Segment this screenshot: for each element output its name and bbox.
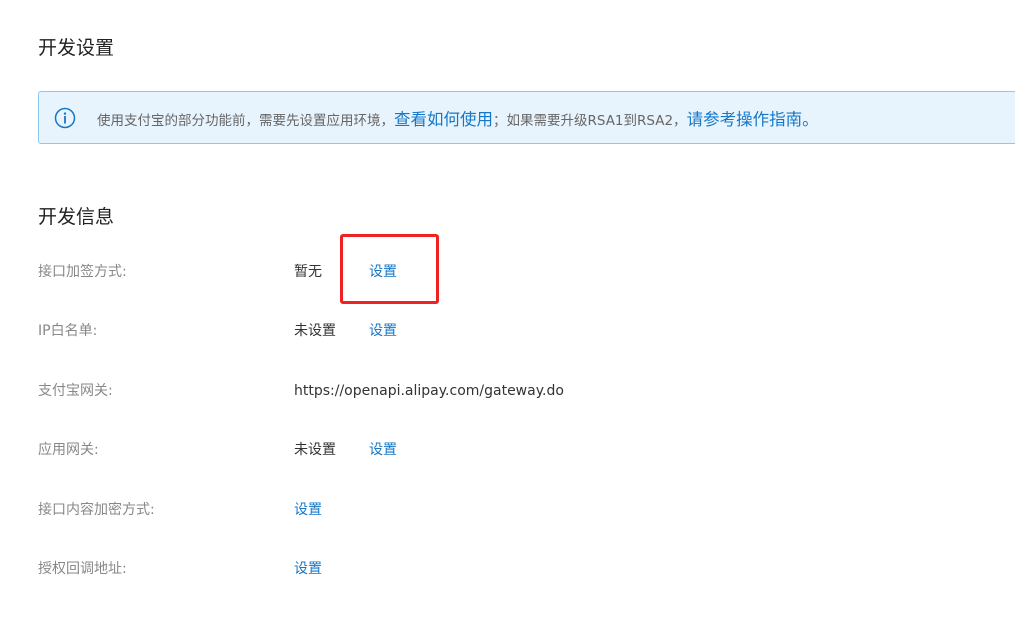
row-auth-callback: 授权回调地址: 设置 xyxy=(0,558,1015,580)
ip-whitelist-setup-link[interactable]: 设置 xyxy=(369,320,397,342)
info-notice: 使用支付宝的部分功能前，需要先设置应用环境， 查看如何使用 ；如果需要升级RSA… xyxy=(38,91,1015,144)
auth-callback-setup-link[interactable]: 设置 xyxy=(294,558,322,580)
signing-method-setup-link[interactable]: 设置 xyxy=(369,261,397,283)
notice-text-end: 。 xyxy=(802,109,819,129)
row-label: 授权回调地址: xyxy=(38,561,127,577)
section-title-dev-info: 开发信息 xyxy=(38,206,115,228)
row-app-gateway: 应用网关: 未设置 设置 xyxy=(0,439,1015,461)
row-value: 未设置 xyxy=(294,323,336,339)
app-gateway-setup-link[interactable]: 设置 xyxy=(369,439,397,461)
row-signing-method: 接口加签方式: 暂无 设置 xyxy=(0,261,1015,283)
operation-guide-link[interactable]: 请参考操作指南 xyxy=(687,106,803,130)
row-label: 接口内容加密方式: xyxy=(38,502,155,518)
info-circle-icon xyxy=(54,107,76,128)
content-encryption-setup-link[interactable]: 设置 xyxy=(294,499,322,521)
notice-text: 使用支付宝的部分功能前，需要先设置应用环境， 查看如何使用 ；如果需要升级RSA… xyxy=(97,106,819,130)
how-to-use-link[interactable]: 查看如何使用 xyxy=(394,106,493,130)
row-value: https://openapi.alipay.com/gateway.do xyxy=(294,383,564,399)
row-value: 未设置 xyxy=(294,442,336,458)
row-label: IP白名单: xyxy=(38,323,98,339)
row-label: 接口加签方式: xyxy=(38,264,127,280)
page-title: 开发设置 xyxy=(38,37,115,59)
row-ip-whitelist: IP白名单: 未设置 设置 xyxy=(0,320,1015,342)
row-content-encryption: 接口内容加密方式: 设置 xyxy=(0,499,1015,521)
row-alipay-gateway: 支付宝网关: https://openapi.alipay.com/gatewa… xyxy=(0,380,1015,402)
notice-text-before: 使用支付宝的部分功能前，需要先设置应用环境， xyxy=(97,112,394,129)
notice-text-middle: ；如果需要升级RSA1到RSA2， xyxy=(493,112,687,129)
row-label: 应用网关: xyxy=(38,442,99,458)
row-value: 暂无 xyxy=(294,264,322,280)
row-label: 支付宝网关: xyxy=(38,383,113,399)
dev-settings-page: 开发设置 使用支付宝的部分功能前，需要先设置应用环境， 查看如何使用 ；如果需要… xyxy=(0,0,1015,637)
